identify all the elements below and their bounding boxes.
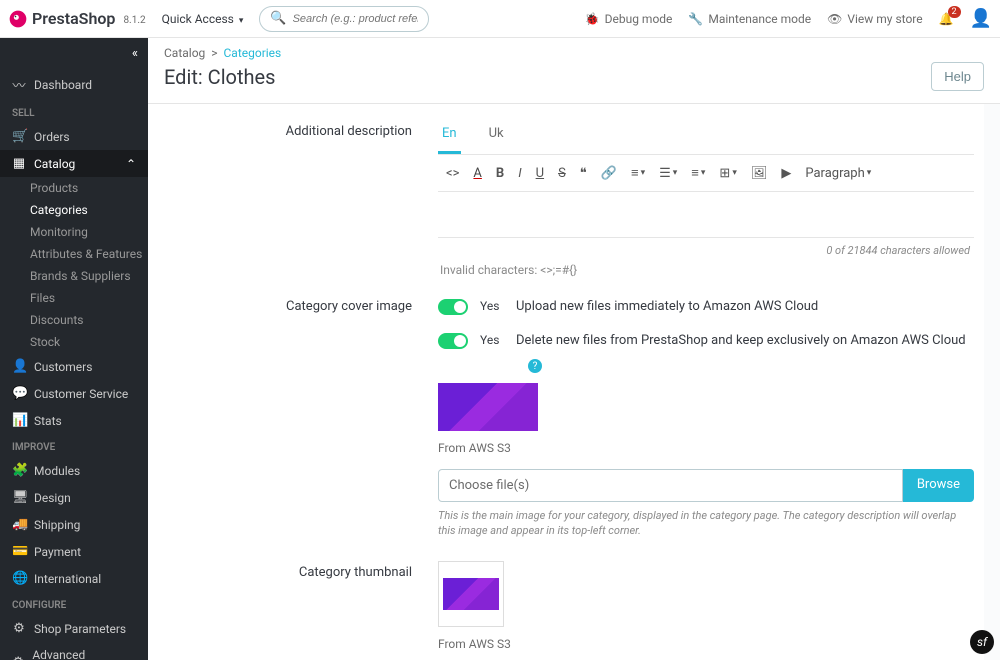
cover-file-input[interactable]: Choose file(s) bbox=[438, 469, 903, 502]
sidebar-payment[interactable]: 💳Payment bbox=[0, 538, 148, 565]
text-color-icon[interactable]: A bbox=[473, 166, 481, 181]
search-input[interactable] bbox=[293, 13, 419, 25]
switch-label: Yes bbox=[480, 299, 504, 313]
cover-image-preview bbox=[438, 383, 538, 431]
page-title: Edit: Clothes bbox=[164, 65, 275, 89]
quote-icon[interactable]: ❝ bbox=[580, 166, 587, 181]
paragraph-select[interactable]: Paragraph bbox=[805, 166, 871, 181]
switch-desc-delete: Delete new files from PrestaShop and kee… bbox=[516, 333, 966, 348]
search-box[interactable]: 🔍 bbox=[259, 6, 429, 32]
sidebar-dashboard[interactable]: 〰Dashboard bbox=[0, 69, 148, 100]
char-counter: 0 of 21844 characters allowed bbox=[438, 238, 974, 261]
quick-access-menu[interactable]: Quick Access bbox=[156, 8, 250, 30]
sidebar-orders[interactable]: 🛒Orders bbox=[0, 123, 148, 150]
sidebar-item-categories[interactable]: Categories bbox=[30, 199, 148, 221]
section-improve: IMPROVE bbox=[0, 434, 148, 457]
gear-icon: ⚙ bbox=[12, 621, 26, 636]
sidebar-customer-service[interactable]: 💬Customer Service bbox=[0, 380, 148, 407]
card-icon: 💳 bbox=[12, 544, 26, 559]
breadcrumb: Catalog > Categories bbox=[148, 38, 1000, 60]
puzzle-icon: 🧩 bbox=[12, 463, 26, 478]
logo[interactable]: PrestaShop 8.1.2 bbox=[8, 9, 146, 29]
number-list-icon[interactable]: ≡ bbox=[691, 165, 705, 181]
invalid-chars: Invalid characters: <>;=#{} bbox=[438, 261, 974, 283]
switch-label: Yes bbox=[480, 333, 504, 347]
link-icon[interactable]: 🔗 bbox=[601, 166, 617, 181]
chevron-up-icon: ⌃ bbox=[126, 157, 136, 171]
sidebar-stats[interactable]: 📊Stats bbox=[0, 407, 148, 434]
switch-desc-upload: Upload new files immediately to Amazon A… bbox=[516, 299, 818, 314]
italic-icon[interactable]: I bbox=[518, 166, 521, 181]
debug-mode[interactable]: 🐞Debug mode bbox=[585, 12, 673, 26]
notifications[interactable]: 🔔2 bbox=[939, 12, 954, 26]
user-icon: 👤 bbox=[12, 359, 26, 374]
sidebar-modules[interactable]: 🧩Modules bbox=[0, 457, 148, 484]
image-icon[interactable]: 🖼 bbox=[751, 166, 768, 181]
cover-browse-button[interactable]: Browse bbox=[903, 469, 974, 502]
section-sell: SELL bbox=[0, 100, 148, 123]
catalog-icon: ▦ bbox=[12, 156, 26, 171]
rte-editor[interactable] bbox=[438, 192, 974, 238]
bullet-list-icon[interactable]: ☰ bbox=[659, 166, 677, 181]
symfony-badge[interactable]: sf bbox=[970, 630, 994, 654]
cart-icon: 🛒 bbox=[12, 129, 26, 144]
search-icon: 🔍 bbox=[270, 11, 286, 26]
help-tooltip[interactable]: ? bbox=[528, 359, 542, 373]
cover-help-text: This is the main image for your category… bbox=[438, 502, 974, 549]
strike-icon[interactable]: S bbox=[558, 166, 566, 181]
bug-icon: 🐞 bbox=[585, 12, 600, 26]
breadcrumb-categories[interactable]: Categories bbox=[223, 46, 281, 60]
profile-menu[interactable]: 👤 bbox=[970, 8, 992, 29]
section-configure: CONFIGURE bbox=[0, 592, 148, 615]
thumbnail-preview-wrap bbox=[438, 561, 504, 627]
table-icon[interactable]: ⊞ bbox=[719, 166, 736, 181]
switch-upload-aws[interactable] bbox=[438, 299, 468, 315]
view-store[interactable]: 👁View my store bbox=[827, 12, 923, 26]
sidebar-item-attributes[interactable]: Attributes & Features bbox=[30, 243, 148, 265]
from-aws-label: From AWS S3 bbox=[438, 627, 974, 655]
collapse-sidebar[interactable]: « bbox=[0, 38, 148, 69]
monitor-icon: 🖥 bbox=[12, 490, 26, 505]
sidebar-item-products[interactable]: Products bbox=[30, 177, 148, 199]
help-button[interactable]: Help bbox=[931, 62, 984, 91]
sidebar-item-files[interactable]: Files bbox=[30, 287, 148, 309]
label-additional-desc: Additional description bbox=[148, 120, 438, 283]
underline-icon[interactable]: U bbox=[536, 166, 544, 181]
dashboard-icon: 〰 bbox=[12, 75, 26, 94]
tab-en[interactable]: En bbox=[438, 120, 461, 154]
stats-icon: 📊 bbox=[12, 413, 26, 428]
eye-icon: 👁 bbox=[827, 12, 842, 26]
globe-icon: 🌐 bbox=[12, 571, 26, 586]
from-aws-label: From AWS S3 bbox=[438, 431, 974, 459]
bold-icon[interactable]: B bbox=[496, 166, 504, 181]
tab-uk[interactable]: Uk bbox=[485, 120, 508, 154]
truck-icon: 🚚 bbox=[12, 517, 26, 532]
label-thumbnail: Category thumbnail bbox=[148, 561, 438, 660]
user-icon: 👤 bbox=[970, 8, 992, 29]
wrench-icon: 🔧 bbox=[688, 12, 703, 26]
chat-icon: 💬 bbox=[12, 386, 26, 401]
sidebar-adv-params[interactable]: ⚙Advanced Parameters bbox=[0, 642, 148, 660]
label-cover-image: Category cover image bbox=[148, 295, 438, 549]
switch-delete-local[interactable] bbox=[438, 333, 468, 349]
sidebar-customers[interactable]: 👤Customers bbox=[0, 353, 148, 380]
sidebar-item-discounts[interactable]: Discounts bbox=[30, 309, 148, 331]
cogs-icon: ⚙ bbox=[12, 655, 24, 660]
sidebar-international[interactable]: 🌐International bbox=[0, 565, 148, 592]
sidebar-item-stock[interactable]: Stock bbox=[30, 331, 148, 353]
rte-toolbar: <> A B I U S ❝ 🔗 ≡ ☰ ≡ bbox=[438, 155, 974, 192]
sidebar-item-brands[interactable]: Brands & Suppliers bbox=[30, 265, 148, 287]
thumbnail-preview bbox=[443, 578, 499, 610]
maintenance-mode[interactable]: 🔧Maintenance mode bbox=[688, 12, 811, 26]
video-icon[interactable]: ▶ bbox=[781, 166, 791, 181]
sidebar-item-monitoring[interactable]: Monitoring bbox=[30, 221, 148, 243]
sidebar-design[interactable]: 🖥Design bbox=[0, 484, 148, 511]
align-icon[interactable]: ≡ bbox=[631, 165, 645, 181]
sidebar-shop-params[interactable]: ⚙Shop Parameters bbox=[0, 615, 148, 642]
sidebar-catalog[interactable]: ▦Catalog⌃ bbox=[0, 150, 148, 177]
source-icon[interactable]: <> bbox=[446, 166, 459, 181]
chevron-left-icon: « bbox=[132, 46, 138, 61]
sidebar-shipping[interactable]: 🚚Shipping bbox=[0, 511, 148, 538]
